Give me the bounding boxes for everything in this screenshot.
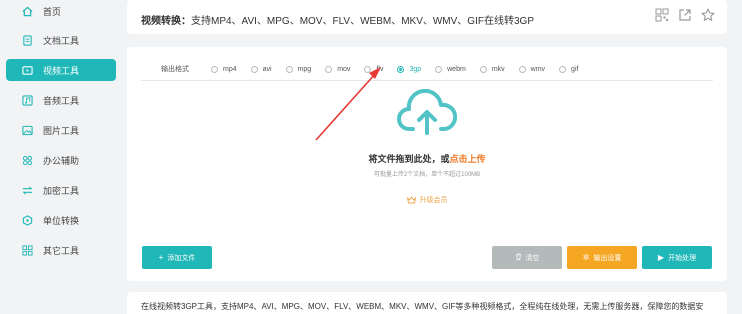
crown-icon [406,196,416,204]
format-option-mov[interactable]: mov [325,65,350,73]
converter-panel: 输出格式 mp4 avi mpg mov flv 3gp webm mkv wm… [127,47,727,281]
sidebar-item-label: 其它工具 [43,245,80,256]
sidebar-item-home[interactable]: 首页 [6,0,116,22]
format-option-3gp[interactable]: 3gp [397,65,421,73]
sidebar-item-label: 音频工具 [43,95,80,106]
cloud-upload-icon[interactable] [397,88,458,137]
format-option-mp4[interactable]: mp4 [211,65,237,73]
gear-icon: ✲ [582,253,590,262]
page-title-rest: 支持MP4、AVI、MPG、MOV、FLV、WEBM、MKV、WMV、GIF在线… [191,16,534,27]
radio-checked-icon[interactable] [397,65,405,73]
clear-button[interactable]: 清空 [492,246,562,269]
radio-icon[interactable] [559,65,567,73]
format-option-webm[interactable]: webm [435,65,466,73]
image-icon [22,125,33,136]
description-card: 在线视频转3GP工具，支持MP4、AVI、MPG、MOV、FLV、WEBM、MK… [127,292,727,314]
radio-icon[interactable] [325,65,333,73]
tool-description: 在线视频转3GP工具，支持MP4、AVI、MPG、MOV、FLV、WEBM、MK… [141,302,704,311]
home-icon [22,6,33,17]
output-settings-button[interactable]: ✲ 输出设置 [567,246,637,269]
upload-hint: 可批量上传2个文档，单个不超过100MB [373,172,481,178]
trash-icon [515,253,522,262]
format-option-mpg[interactable]: mpg [285,65,311,73]
play-icon: ▶ [657,253,665,262]
title-actions [655,8,715,22]
sidebar-item-other[interactable]: 其它工具 [6,239,116,261]
format-option-mkv[interactable]: mkv [479,65,505,73]
sidebar-item-label: 视频工具 [43,65,80,76]
share-icon[interactable] [678,8,692,22]
sidebar: 首页 文档工具 视频工具 音频工具 图片工具 办公辅助 加密工具 单位转换 其它… [0,0,118,314]
qrcode-icon[interactable] [655,8,669,22]
video-icon [22,65,33,76]
other-icon [22,244,33,256]
sidebar-item-office[interactable]: 办公辅助 [6,149,116,171]
sidebar-item-label: 加密工具 [43,185,80,196]
page-title: 视频转换：支持MP4、AVI、MPG、MOV、FLV、WEBM、MKV、WMV、… [141,12,534,27]
radio-icon[interactable] [211,65,218,73]
sidebar-item-label: 图片工具 [43,125,80,136]
drop-text-label: 将文件拖到此处，或 [368,154,450,164]
radio-icon[interactable] [364,65,372,73]
start-processing-button[interactable]: ▶ 开始处理 [642,246,712,269]
sidebar-item-image[interactable]: 图片工具 [6,119,116,141]
format-option-avi[interactable]: avi [250,65,272,73]
document-icon [22,34,33,46]
encrypt-icon [22,185,33,196]
output-settings-label: 输出设置 [593,254,622,262]
sidebar-item-label: 首页 [43,6,62,17]
unit-icon [22,214,33,226]
radio-icon[interactable] [285,65,293,73]
format-label: 输出格式 [161,66,189,73]
radio-icon[interactable] [250,65,258,73]
sidebar-item-encrypt[interactable]: 加密工具 [6,179,116,201]
sidebar-item-label: 办公辅助 [43,155,80,166]
format-option-wmv[interactable]: wmv [518,65,545,73]
start-processing-label: 开始处理 [668,254,697,262]
radio-icon[interactable] [479,65,487,73]
drop-zone-text[interactable]: 将文件拖到此处，或点击上传 [127,152,727,165]
format-option-gif[interactable]: gif [559,65,578,73]
add-file-label: 添加文件 [167,254,196,262]
upgrade-label: 升级会员 [419,197,448,204]
audio-icon [22,94,33,106]
format-selector: 输出格式 mp4 avi mpg mov flv 3gp webm mkv wm… [141,61,713,77]
format-option-flv[interactable]: flv [364,65,383,73]
add-file-button[interactable]: + 添加文件 [142,246,212,269]
sidebar-item-video[interactable]: 视频工具 [6,59,116,81]
page-title-prefix: 视频转换： [141,16,191,27]
upgrade-link[interactable]: 升级会员 [127,195,727,205]
radio-icon[interactable] [435,65,443,73]
sidebar-item-unit[interactable]: 单位转换 [6,209,116,231]
plus-icon: + [158,253,164,262]
clear-label: 清空 [525,254,540,262]
radio-icon[interactable] [518,65,526,73]
office-icon [22,155,33,166]
sidebar-item-label: 文档工具 [43,35,80,46]
sidebar-item-document[interactable]: 文档工具 [6,29,116,51]
click-upload-link[interactable]: 点击上传 [450,154,486,164]
divider [141,80,713,81]
star-icon[interactable] [701,8,715,22]
sidebar-item-audio[interactable]: 音频工具 [6,89,116,111]
title-card: 视频转换：支持MP4、AVI、MPG、MOV、FLV、WEBM、MKV、WMV、… [127,0,727,34]
sidebar-item-label: 单位转换 [43,215,80,226]
